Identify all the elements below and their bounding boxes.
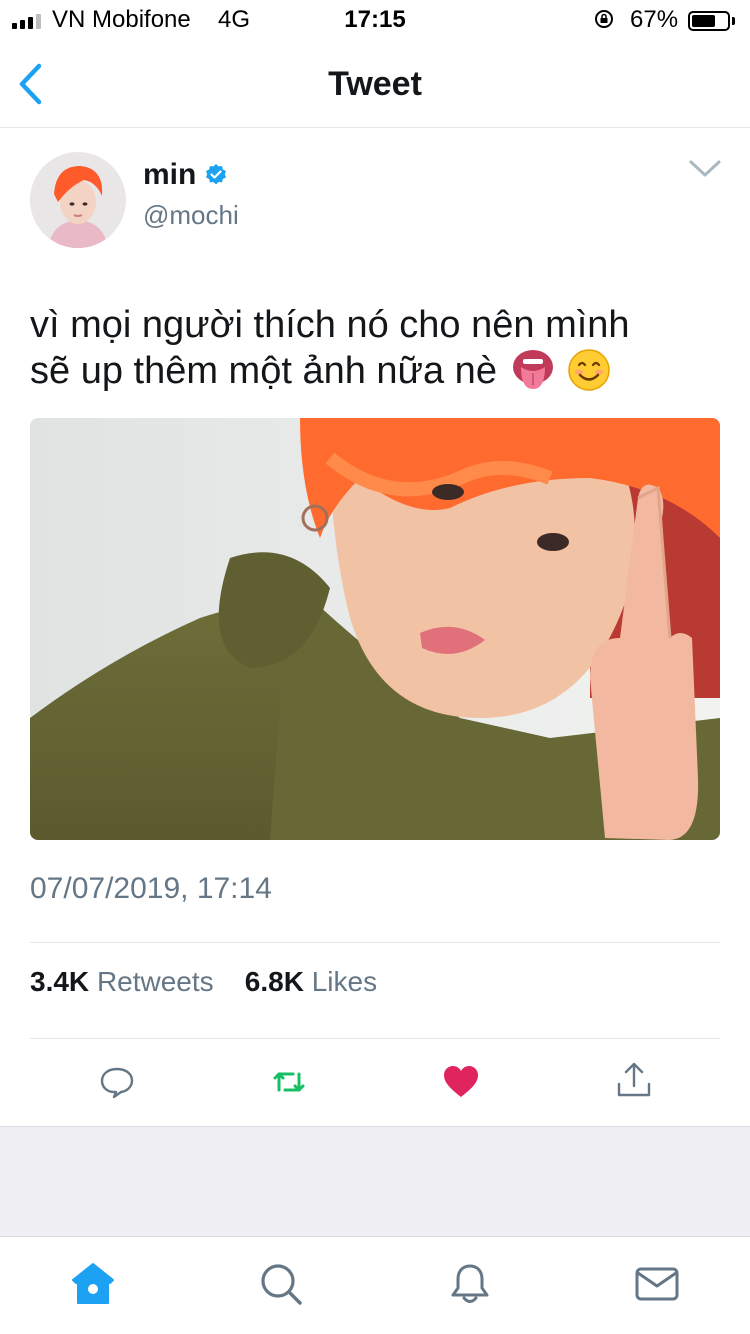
- notifications-bell-icon[interactable]: [447, 1261, 493, 1307]
- retweet-icon[interactable]: [269, 1062, 309, 1102]
- retweets-label: Retweets: [96, 966, 214, 997]
- battery-percent: 67%: [630, 6, 679, 33]
- author-handle: @mochi: [143, 200, 239, 230]
- rotation-lock-icon: [595, 10, 613, 28]
- share-icon[interactable]: [614, 1060, 654, 1100]
- verified-badge-icon: [206, 164, 227, 185]
- chevron-down-icon[interactable]: [688, 158, 722, 180]
- empty-replies-area: [0, 1126, 750, 1236]
- reply-icon[interactable]: [97, 1062, 137, 1102]
- tab-bar: [0, 1236, 750, 1334]
- messages-envelope-icon[interactable]: [634, 1261, 680, 1307]
- likes-count: 6.8K: [244, 966, 304, 997]
- tweet-text-line-2: sẽ up thêm một ảnh nữa nè: [30, 348, 730, 394]
- tweet-photo[interactable]: [30, 418, 720, 840]
- retweets-stat[interactable]: 3.4K Retweets: [30, 966, 214, 997]
- tweet-timestamp: 07/07/2019, 17:14: [30, 872, 272, 905]
- heart-icon[interactable]: [441, 1062, 481, 1102]
- battery-tip: [732, 17, 735, 25]
- tweet-stats: 3.4K Retweets 6.8K Likes: [30, 966, 377, 998]
- likes-label: Likes: [311, 966, 378, 997]
- divider: [30, 1038, 720, 1039]
- divider: [30, 942, 720, 943]
- search-icon[interactable]: [258, 1261, 304, 1307]
- avatar[interactable]: [30, 152, 126, 248]
- home-icon[interactable]: [70, 1261, 116, 1307]
- page-title: Tweet: [328, 65, 422, 103]
- author-name[interactable]: min: [143, 158, 196, 192]
- battery-icon: [688, 11, 730, 31]
- smiling-face-emoji: [568, 349, 610, 391]
- tongue-face-emoji: [512, 350, 553, 389]
- retweets-count: 3.4K: [30, 966, 90, 997]
- likes-stat[interactable]: 6.8K Likes: [245, 966, 377, 997]
- tweet-text: vì mọi người thích nó cho nên mình sẽ up…: [30, 302, 730, 394]
- navigation-bar: Tweet: [0, 40, 750, 128]
- tweet-text-line-1: vì mọi người thích nó cho nên mình: [30, 304, 630, 346]
- author-name-row: min: [143, 158, 228, 192]
- status-bar: VN Mobifone 4G 17:15 67%: [0, 0, 750, 40]
